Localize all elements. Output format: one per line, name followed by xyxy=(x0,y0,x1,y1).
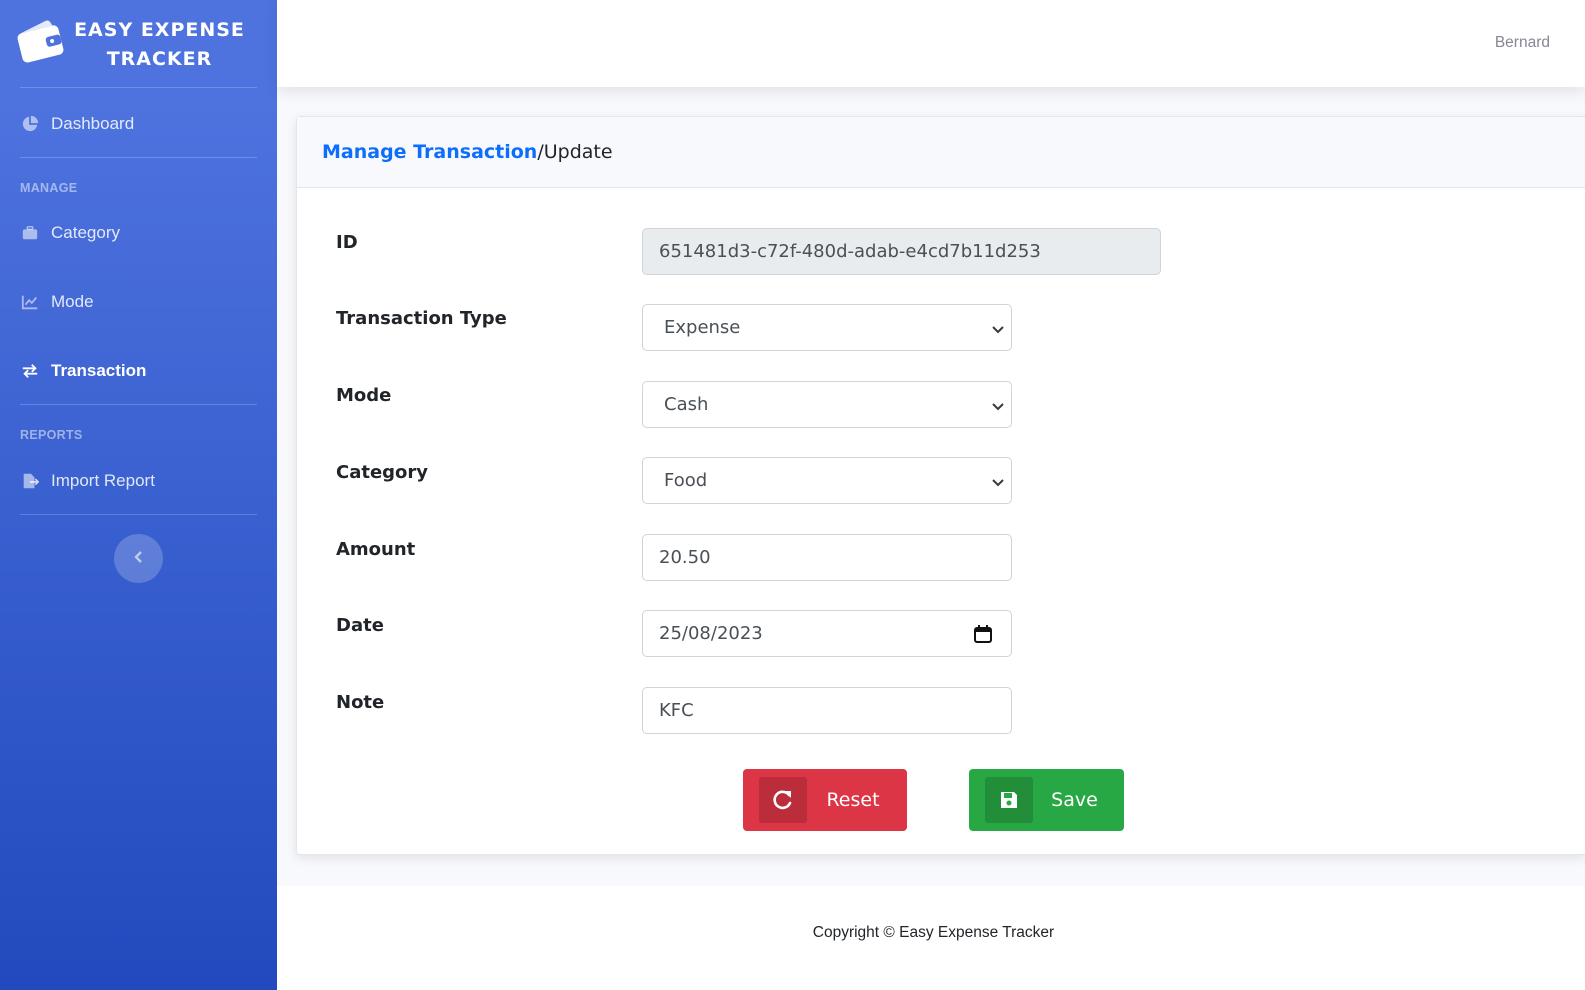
note-value: KFC xyxy=(659,700,694,721)
copyright-text: Copyright © Easy Expense Tracker xyxy=(812,924,1055,941)
id-field[interactable]: 651481d3-c72f-480d-adab-e4cd7b11d253 xyxy=(642,228,1161,275)
topbar: Bernard xyxy=(277,0,1585,87)
sidebar-item-label: Mode xyxy=(51,292,94,311)
breadcrumb: Manage Transaction / Update xyxy=(297,117,1585,188)
sidebar-divider xyxy=(20,404,257,405)
date-input[interactable]: 25/08/2023 xyxy=(642,610,1012,657)
note-input[interactable]: KFC xyxy=(642,687,1012,734)
amount-value: 20.50 xyxy=(659,547,711,568)
sidebar-divider xyxy=(20,87,257,88)
sidebar: EASY EXPENSE TRACKER Dashboard MANAGE Ca… xyxy=(0,0,277,990)
sidebar-toggle-button[interactable] xyxy=(114,534,163,583)
update-transaction-card: Manage Transaction / Update ID 651481d3-… xyxy=(296,116,1585,855)
chart-pie-icon xyxy=(20,114,40,134)
sidebar-divider xyxy=(20,514,257,515)
brand[interactable]: EASY EXPENSE TRACKER xyxy=(0,0,277,88)
footer: Copyright © Easy Expense Tracker xyxy=(277,886,1585,990)
date-value: 25/08/2023 xyxy=(659,623,763,644)
transaction-type-value: Expense xyxy=(664,317,741,338)
brand-line-2: TRACKER xyxy=(106,48,213,70)
sidebar-item-label: Dashboard xyxy=(51,114,135,133)
chevron-down-icon xyxy=(991,398,1005,412)
reset-button-label: Reset xyxy=(826,789,880,811)
sidebar-item-category[interactable]: Category xyxy=(20,213,257,253)
sidebar-item-dashboard[interactable]: Dashboard xyxy=(20,104,257,144)
date-label: Date xyxy=(336,615,384,636)
save-button-label: Save xyxy=(1051,789,1098,811)
sidebar-item-label: Import Report xyxy=(51,471,155,490)
calendar-icon[interactable] xyxy=(973,624,993,644)
breadcrumb-current: Update xyxy=(543,141,613,163)
section-heading-manage: MANAGE xyxy=(20,181,78,195)
transaction-type-select[interactable]: Expense xyxy=(642,304,1012,351)
sidebar-item-label: Transaction xyxy=(51,361,147,380)
chevron-left-icon xyxy=(132,549,146,568)
reset-button[interactable]: Reset xyxy=(743,769,907,831)
sidebar-item-label: Category xyxy=(51,223,120,242)
amount-label: Amount xyxy=(336,539,416,560)
category-value: Food xyxy=(664,470,708,491)
sidebar-item-mode[interactable]: Mode xyxy=(20,282,257,322)
sidebar-divider xyxy=(20,157,257,158)
mode-value: Cash xyxy=(664,394,709,415)
sidebar-item-transaction[interactable]: Transaction xyxy=(20,351,257,391)
section-heading-reports: REPORTS xyxy=(20,428,83,442)
save-button[interactable]: Save xyxy=(969,769,1124,831)
id-label: ID xyxy=(336,232,358,253)
mode-label: Mode xyxy=(336,385,392,406)
note-label: Note xyxy=(336,692,385,713)
wallet-icon xyxy=(16,20,64,64)
file-export-icon xyxy=(20,471,40,491)
chevron-down-icon xyxy=(991,474,1005,488)
chevron-down-icon xyxy=(991,321,1005,335)
breadcrumb-link-manage-transaction[interactable]: Manage Transaction xyxy=(322,141,537,163)
brand-line-1: EASY EXPENSE xyxy=(74,19,245,41)
brand-title: EASY EXPENSE TRACKER xyxy=(72,16,247,74)
amount-input[interactable]: 20.50 xyxy=(642,534,1012,581)
redo-icon xyxy=(759,777,807,823)
exchange-icon xyxy=(20,361,40,381)
id-value: 651481d3-c72f-480d-adab-e4cd7b11d253 xyxy=(659,241,1041,262)
category-select[interactable]: Food xyxy=(642,457,1012,504)
category-label: Category xyxy=(336,462,429,483)
chart-line-icon xyxy=(20,292,40,312)
transaction-type-label: Transaction Type xyxy=(336,308,507,329)
briefcase-icon xyxy=(20,223,40,243)
sidebar-item-import-report[interactable]: Import Report xyxy=(20,461,257,501)
floppy-disk-icon xyxy=(985,777,1033,823)
user-menu[interactable]: Bernard xyxy=(1495,34,1550,52)
mode-select[interactable]: Cash xyxy=(642,381,1012,428)
